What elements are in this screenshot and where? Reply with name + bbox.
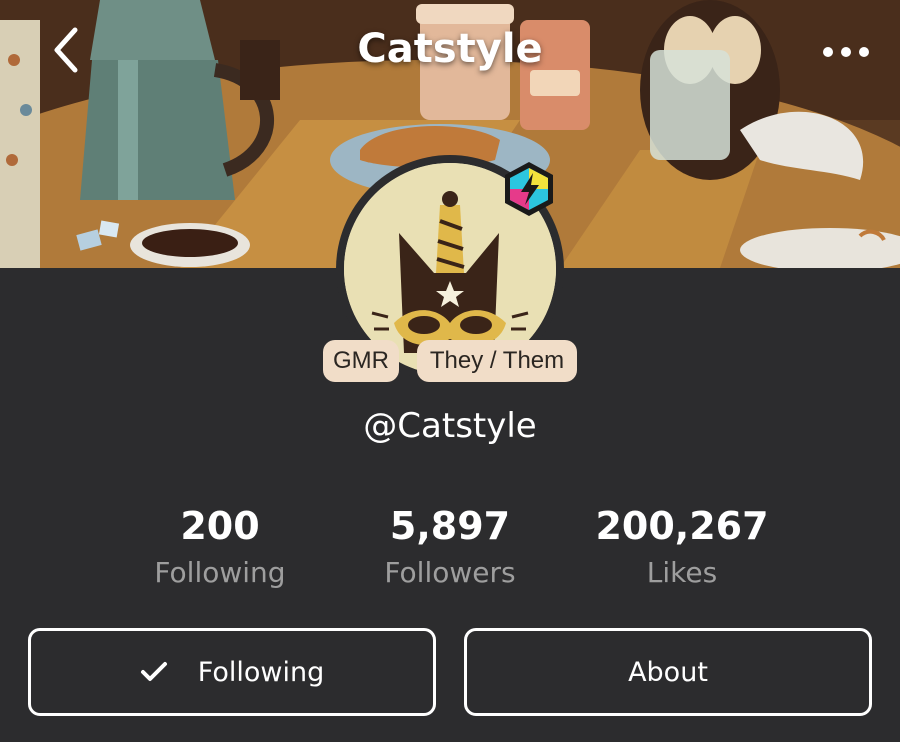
following-button-label: Following: [197, 656, 325, 688]
stat-likes: 200,267 Likes: [572, 500, 792, 589]
lightning-hexagon-icon: [499, 159, 559, 219]
more-horizontal-icon: [822, 43, 870, 62]
more-options-button[interactable]: [816, 30, 876, 74]
profile-handle: @Catstyle: [363, 406, 537, 446]
stat-label: Followers: [384, 556, 516, 589]
tag-pronouns: They / Them: [417, 340, 577, 382]
stat-value: 200,267: [595, 504, 769, 548]
stat-label: Following: [154, 556, 286, 589]
stat-label: Likes: [646, 556, 718, 589]
about-button[interactable]: About: [464, 628, 872, 716]
following-button[interactable]: Following: [28, 628, 436, 716]
about-button-label: About: [628, 656, 708, 688]
tag-gmr: GMR: [323, 340, 399, 382]
page-title: Catstyle: [357, 26, 543, 72]
stat-following[interactable]: 200 Following: [110, 500, 330, 589]
stat-followers[interactable]: 5,897 Followers: [340, 500, 560, 589]
stat-value: 5,897: [389, 504, 511, 548]
check-icon: [140, 661, 168, 683]
stat-value: 200: [180, 504, 260, 548]
